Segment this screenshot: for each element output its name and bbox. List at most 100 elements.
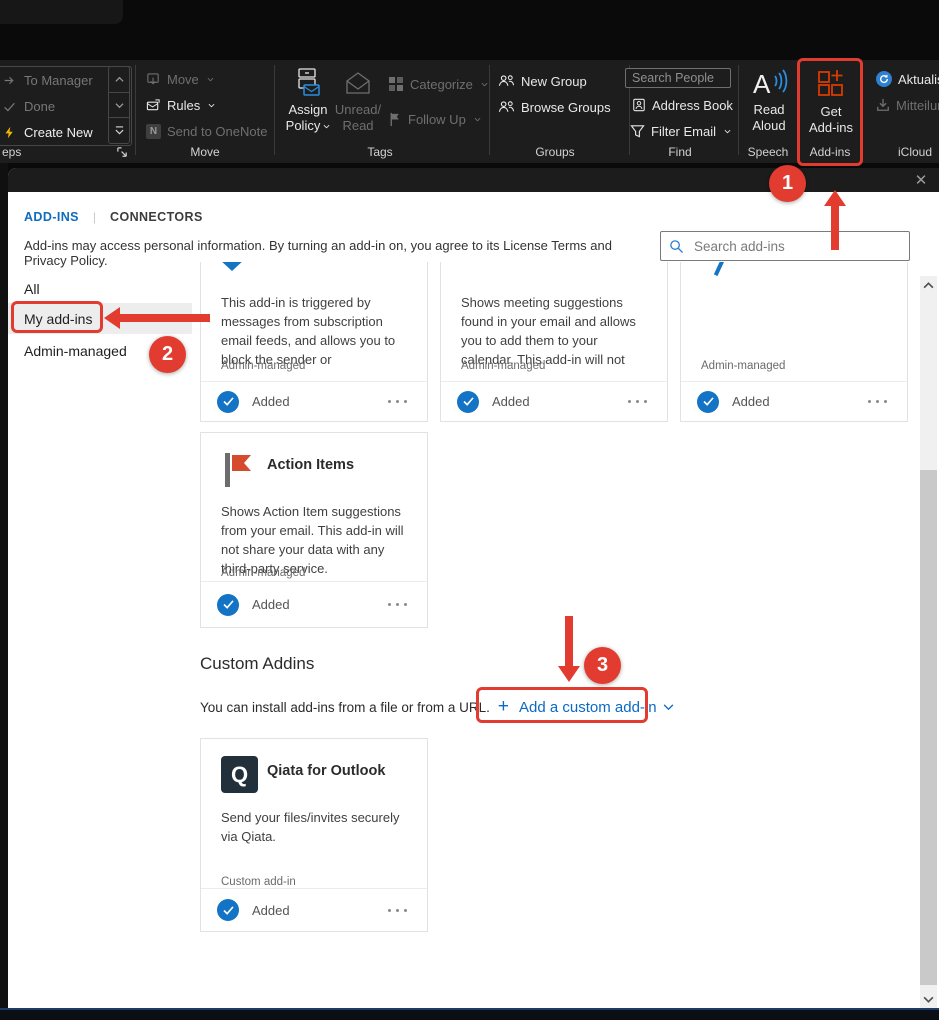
addin-badge: Admin-managed (221, 360, 305, 372)
filter-email-label: Filter Email (651, 124, 716, 139)
added-label: Added (252, 394, 290, 409)
browse-groups-label: Browse Groups (521, 100, 611, 115)
new-group-button[interactable]: New Group (498, 72, 587, 90)
scrollbar[interactable] (920, 276, 937, 1008)
assign-policy-icon (293, 66, 323, 102)
added-toggle[interactable] (217, 594, 239, 616)
more-options-icon[interactable] (384, 599, 411, 610)
filter-email-button[interactable]: Filter Email (630, 122, 731, 140)
assign-policy-button[interactable]: Assign Policy (284, 66, 332, 134)
added-toggle[interactable] (697, 391, 719, 413)
search-people-input[interactable] (625, 68, 731, 88)
custom-addins-heading: Custom Addins (200, 654, 314, 674)
addin-card-footer: Added (681, 381, 907, 421)
quick-step-label: Done (24, 99, 55, 114)
group-label-speech: Speech (733, 145, 803, 161)
move-button[interactable]: Move (146, 70, 214, 88)
addin-description: Shows meeting suggestions found in your … (461, 294, 649, 369)
addin-title: Action Items (267, 457, 354, 473)
addin-icon-fragment (712, 262, 726, 277)
flag-icon (388, 112, 402, 127)
send-to-onenote-button[interactable]: N Send to OneNote (146, 122, 267, 140)
addin-card-qiata: Q Qiata for Outlook Send your files/invi… (200, 738, 428, 932)
more-options-icon[interactable] (384, 396, 411, 407)
group-label-addins: Add-ins (795, 145, 865, 161)
categorize-icon (388, 76, 404, 92)
group-separator (135, 65, 136, 155)
address-book-icon (632, 98, 646, 112)
window-edge (0, 163, 8, 1008)
notifications-label: Mitteilun (896, 98, 939, 113)
categorize-button[interactable]: Categorize (388, 75, 488, 93)
added-toggle[interactable] (457, 391, 479, 413)
addins-dialog: ✕ ADD-INS | CONNECTORS Add-ins may acces… (8, 168, 939, 1008)
assign-policy-label2: Policy (286, 118, 331, 134)
read-aloud-button[interactable]: A Read Aloud (742, 64, 796, 134)
sidebar-item-all[interactable]: All (8, 273, 192, 304)
move-folder-icon (146, 72, 161, 87)
chevron-down-icon (323, 124, 330, 129)
follow-up-button[interactable]: Follow Up (388, 110, 481, 128)
sidebar-item-admin-managed[interactable]: Admin-managed (8, 335, 192, 366)
addin-card-footer: Added (201, 888, 427, 931)
group-separator (489, 65, 490, 155)
added-label: Added (732, 394, 770, 409)
people-icon (498, 74, 515, 88)
get-addins-label: Get (821, 104, 842, 120)
search-icon (669, 239, 684, 254)
dialog-launcher-icon[interactable] (116, 146, 129, 159)
address-book-button[interactable]: Address Book (632, 96, 733, 114)
add-custom-addin-link[interactable]: Add a custom add-in (519, 699, 674, 716)
scroll-up-button[interactable] (109, 67, 129, 93)
tab-separator: | (93, 210, 96, 224)
close-icon[interactable]: ✕ (909, 169, 933, 191)
more-options-icon[interactable] (864, 396, 891, 407)
new-group-label: New Group (521, 74, 587, 89)
action-items-flag-icon (221, 451, 255, 489)
group-label-move: Move (170, 145, 240, 161)
outlook-ribbon: To Manager Done Create New (0, 60, 939, 163)
addin-badge: Admin-managed (701, 360, 785, 372)
scrollbar-down-icon[interactable] (920, 990, 937, 1008)
addin-card-partial: Admin-managed Added (680, 262, 908, 422)
chevron-down-icon (474, 117, 481, 122)
scrollbar-thumb[interactable] (920, 470, 937, 985)
refresh-icon (876, 71, 892, 87)
quick-step-label: Create New (24, 125, 93, 140)
funnel-icon (630, 124, 645, 138)
addin-title: Qiata for Outlook (267, 763, 385, 779)
icloud-refresh-button[interactable]: Aktualisi (876, 70, 939, 88)
sidebar-item-my-addins[interactable]: My add-ins (8, 303, 192, 334)
rules-button[interactable]: Rules (146, 96, 215, 114)
tab-add-ins[interactable]: ADD-INS (24, 210, 79, 224)
onenote-icon: N (146, 124, 161, 139)
search-addins-input[interactable] (692, 238, 901, 255)
address-book-label: Address Book (652, 98, 733, 113)
more-options-icon[interactable] (624, 396, 651, 407)
tab-connectors[interactable]: CONNECTORS (110, 210, 203, 224)
added-toggle[interactable] (217, 391, 239, 413)
unread-read-button[interactable]: Unread/ Read (334, 66, 382, 134)
more-options-icon[interactable] (384, 905, 411, 916)
read-aloud-icon: A (749, 64, 789, 102)
get-addins-button[interactable]: Get Add-ins (802, 64, 860, 136)
move-label: Move (167, 72, 199, 87)
download-icon (876, 98, 890, 112)
added-toggle[interactable] (217, 899, 239, 921)
window-title-bar-remnant (0, 0, 123, 24)
group-label-find: Find (645, 145, 715, 161)
rules-label: Rules (167, 98, 200, 113)
plus-icon: + (498, 696, 509, 718)
addin-badge: Admin-managed (221, 567, 305, 579)
browse-groups-button[interactable]: Browse Groups (498, 98, 611, 116)
rules-icon (146, 98, 161, 113)
addin-description: Send your files/invites securely via Qia… (221, 809, 409, 847)
categorize-label: Categorize (410, 77, 473, 92)
group-label-tags: Tags (345, 145, 415, 161)
icloud-notifications-button[interactable]: Mitteilun (876, 96, 939, 114)
scroll-down-button[interactable] (109, 93, 129, 119)
gallery-more-button[interactable] (109, 118, 129, 143)
read-aloud-label2: Aloud (752, 118, 785, 134)
scrollbar-up-icon[interactable] (920, 276, 937, 294)
chevron-down-icon (208, 103, 215, 108)
